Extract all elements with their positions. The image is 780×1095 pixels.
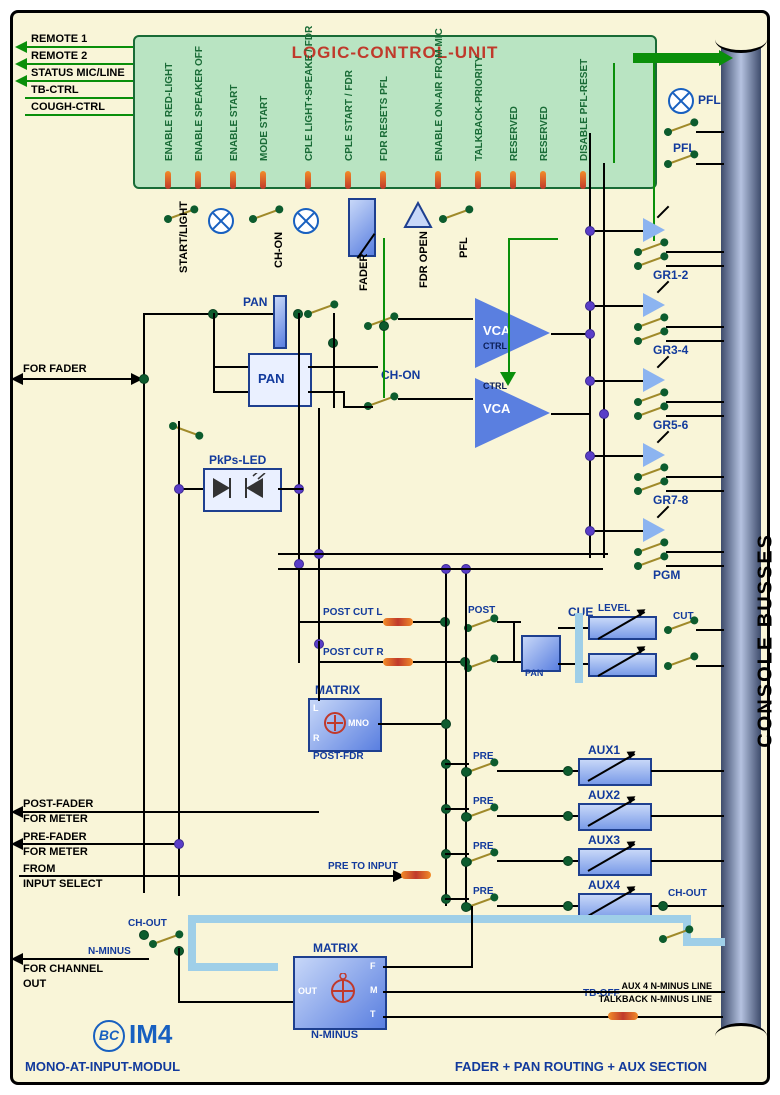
console-bus-label: CONSOLE BUSSES xyxy=(755,533,778,748)
fdr-open-icon xyxy=(403,201,433,231)
lamp-icon xyxy=(208,208,234,234)
switch-ch-on xyxy=(253,208,280,219)
label-status-mic-line: STATUS MIC/LINE xyxy=(31,67,125,79)
arrow-right-icon xyxy=(719,50,733,66)
led-icon xyxy=(208,473,273,503)
cue-level-top xyxy=(588,616,657,640)
label-for-fader: FOR FADER xyxy=(23,363,87,375)
lcu-bus-arrow xyxy=(633,53,723,63)
sum-icon xyxy=(323,711,347,735)
switch-pfl-bus1 xyxy=(668,121,695,132)
cue-level-bot xyxy=(588,653,657,677)
footer-left: MONO-AT-INPUT-MODUL xyxy=(25,1059,180,1074)
sum-icon xyxy=(328,973,358,1009)
label-remote2: REMOTE 2 xyxy=(31,50,87,62)
switch-pfl-bus2 xyxy=(668,153,695,164)
label-remote1: REMOTE 1 xyxy=(31,33,87,45)
jumper-postcut-r xyxy=(383,658,413,666)
aux2-box xyxy=(578,803,652,831)
jumper-pre-to-input xyxy=(401,871,431,879)
label-cough-ctrl: COUGH-CTRL xyxy=(31,101,105,113)
pan-slider xyxy=(273,295,287,349)
lamp-icon xyxy=(293,208,319,234)
footer-right: FADER + PAN ROUTING + AUX SECTION xyxy=(455,1059,707,1074)
lamp-pfl-icon xyxy=(668,88,694,114)
lcu-title: LOGIC-CONTROL-UNIT xyxy=(135,37,655,63)
product-logo: BCIM4 xyxy=(93,1019,172,1052)
logic-control-unit: LOGIC-CONTROL-UNIT ENABLE RED-LIGHT ENAB… xyxy=(133,35,657,189)
diagram-frame: CONSOLE BUSSES LOGIC-CONTROL-UNIT ENABLE… xyxy=(10,10,770,1085)
switch-pfl xyxy=(443,208,470,219)
cue-pan-box xyxy=(521,635,561,672)
switch xyxy=(308,303,335,314)
aux3-box xyxy=(578,848,652,876)
jumper-tb-off xyxy=(608,1012,638,1020)
jumper-postcut-l xyxy=(383,618,413,626)
aux1-box xyxy=(578,758,652,786)
label-tb-ctrl: TB-CTRL xyxy=(31,84,79,96)
